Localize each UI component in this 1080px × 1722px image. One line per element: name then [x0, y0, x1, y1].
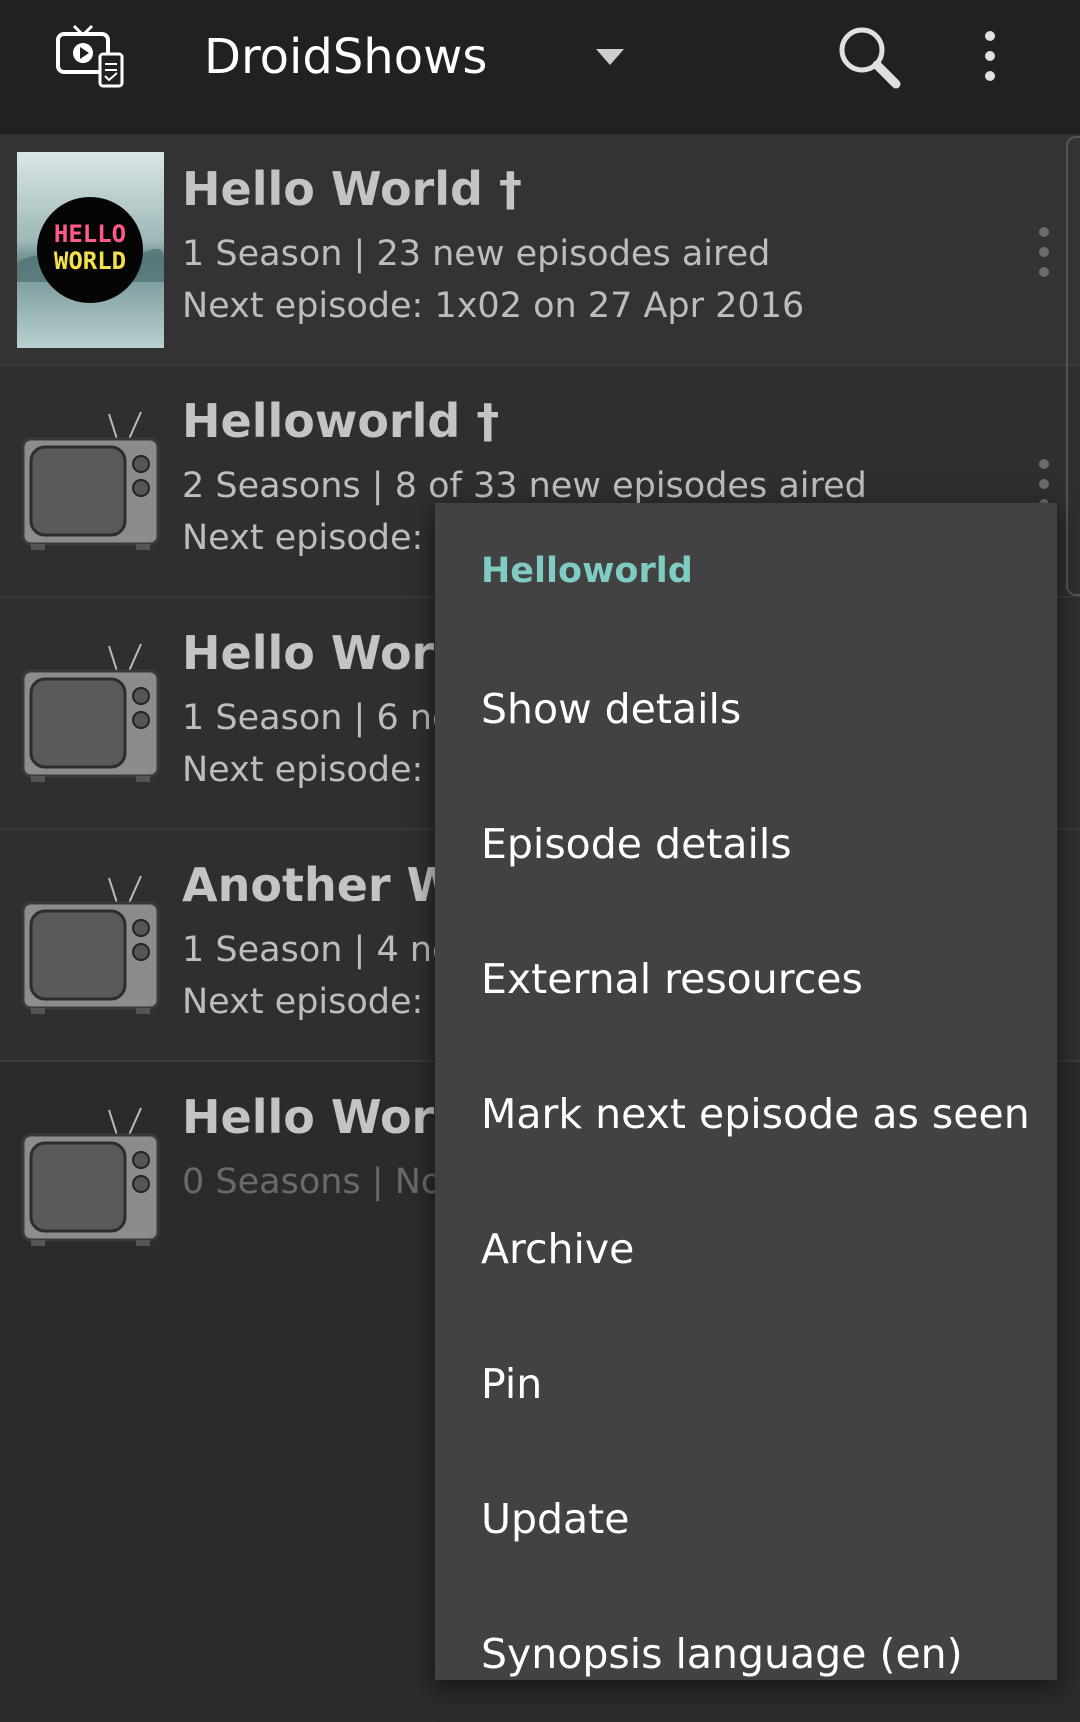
show-seasons-info: 1 Season | 23 new episodes aired — [182, 234, 771, 274]
app-title[interactable]: DroidShows — [204, 24, 487, 90]
menu-item-pin[interactable]: Pin — [435, 1317, 1057, 1452]
poster-text-hello: HELLO — [54, 220, 126, 248]
menu-item-show-details[interactable]: Show details — [435, 642, 1057, 777]
menu-item-external-resources[interactable]: External resources — [435, 912, 1057, 1047]
tv-placeholder-icon — [21, 1107, 160, 1246]
row-more-icon[interactable] — [1036, 226, 1052, 278]
show-seasons-info: 1 Season | 6 ne — [182, 698, 454, 738]
show-next-episode: Next episode: 1x02 on 27 Apr 2016 — [182, 286, 805, 326]
show-title: Hello World † — [182, 162, 522, 216]
app-bar: DroidShows — [0, 0, 1080, 134]
show-title: Hello Worlc — [182, 626, 478, 680]
menu-item-mark-seen[interactable]: Mark next episode as seen — [435, 1047, 1057, 1182]
tv-placeholder-icon — [21, 411, 160, 550]
hello-world-poster: HELLO WORLD — [17, 152, 164, 348]
menu-item-synopsis-language[interactable]: Synopsis language (en) — [435, 1587, 1057, 1722]
show-row[interactable]: HELLO WORLD Hello World † 1 Season | 23 … — [0, 134, 1080, 366]
context-menu-title: Helloworld — [481, 551, 693, 591]
menu-item-archive[interactable]: Archive — [435, 1182, 1057, 1317]
show-seasons-info: 2 Seasons | 8 of 33 new episodes aired — [182, 466, 867, 506]
list-scroll-edge — [1066, 136, 1080, 596]
context-menu: Helloworld Show details Episode details … — [435, 503, 1057, 1680]
show-title: Helloworld † — [182, 394, 500, 448]
search-icon[interactable] — [836, 24, 902, 90]
show-seasons-info: 1 Season | 4 ne — [182, 930, 454, 970]
show-next-episode: Next episode: ( — [182, 982, 449, 1022]
dropdown-icon[interactable] — [594, 47, 626, 67]
menu-item-episode-details[interactable]: Episode details — [435, 777, 1057, 912]
overflow-menu-icon[interactable] — [970, 28, 1010, 84]
show-title: Hello Worlc — [182, 1090, 478, 1144]
tv-placeholder-icon — [21, 643, 160, 782]
tv-placeholder-icon — [21, 875, 160, 1014]
show-seasons-info: 0 Seasons | No — [182, 1162, 443, 1202]
menu-item-update[interactable]: Update — [435, 1452, 1057, 1587]
show-next-episode: Next episode: 1 — [182, 750, 457, 790]
tv-app-icon[interactable] — [56, 24, 126, 88]
show-next-episode: Next episode: 1 — [182, 518, 457, 558]
poster-text-world: WORLD — [54, 247, 126, 275]
